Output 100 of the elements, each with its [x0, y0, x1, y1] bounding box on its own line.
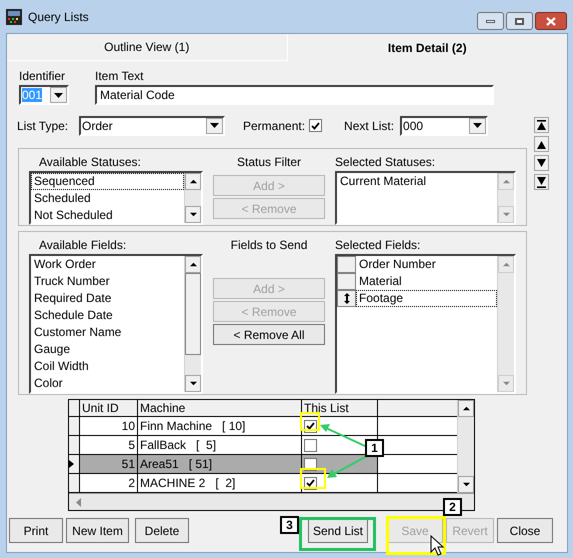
list-box[interactable]: Order Number Material Footage — [335, 254, 516, 394]
row-selector[interactable] — [69, 417, 80, 435]
list-item[interactable]: Schedule Date — [31, 307, 184, 324]
callout-number: 3 — [280, 516, 299, 534]
list-item[interactable]: Material — [356, 273, 497, 290]
tab[interactable]: Outline View (1) — [7, 34, 288, 61]
callout-number: 1 — [365, 439, 384, 457]
nav-button[interactable] — [534, 174, 549, 190]
table-cell: Area51 [ 51] — [138, 455, 302, 473]
list-item[interactable]: Customer Name — [31, 324, 184, 341]
maximize-icon — [515, 18, 524, 24]
dropdown[interactable]: Order — [79, 116, 225, 136]
nav-button[interactable] — [534, 117, 549, 133]
list-box[interactable]: Work Order Truck Number Required Date Schedule Date Customer Name Gauge Coil Width Color — [29, 254, 204, 394]
down-arrow-icon — [536, 158, 547, 168]
table-cell: MACHINE 2 [ 2] — [138, 474, 302, 492]
table-cell: Finn Machine [ 10] — [138, 417, 302, 435]
row-handle[interactable] — [337, 273, 356, 290]
dropdown[interactable]: 000 — [400, 116, 488, 136]
highlight-frame — [386, 516, 446, 555]
resize-icon — [344, 293, 350, 304]
pointer-arrow — [320, 424, 366, 447]
down-arrow-icon — [462, 481, 470, 488]
table-cell: 2 — [80, 474, 138, 492]
list-label: Available Fields: — [38, 237, 128, 254]
text-field[interactable]: Material Code — [95, 85, 494, 105]
scrollbar[interactable] — [184, 256, 202, 392]
nav-button[interactable] — [534, 155, 549, 171]
list-item[interactable]: Required Date — [31, 290, 184, 307]
form-button[interactable]: Send List — [308, 518, 368, 543]
field-label: Identifier — [19, 68, 66, 85]
field-label: Item Text — [95, 68, 144, 85]
list-label: Selected Statuses: — [335, 154, 436, 171]
list-item[interactable]: Work Order — [31, 256, 184, 273]
row-handle[interactable] — [337, 290, 356, 307]
callout-number: 2 — [443, 498, 462, 516]
form-button[interactable]: New Item — [66, 518, 129, 543]
maximize-button[interactable] — [506, 12, 533, 30]
table-cell: FallBack [ 5] — [138, 436, 302, 454]
form-button[interactable]: Delete — [135, 518, 189, 543]
list-item[interactable]: Color — [31, 375, 184, 392]
form-button[interactable]: < Remove All — [213, 324, 326, 345]
scrollbar[interactable] — [69, 493, 474, 510]
up-arrow-icon — [188, 261, 198, 268]
scrollbar[interactable] — [497, 173, 514, 223]
table-cell: 51 — [80, 455, 138, 473]
left-arrow-icon — [75, 498, 82, 506]
up-arrow-icon — [536, 138, 547, 150]
list-item[interactable]: Gauge — [31, 341, 184, 358]
checkbox[interactable] — [304, 438, 317, 452]
highlight-frame — [300, 468, 326, 489]
pointer-arrow — [327, 455, 368, 478]
row-selector[interactable] — [69, 436, 80, 454]
group-title: Status Filter — [237, 154, 302, 171]
list-item[interactable]: Current Material — [337, 173, 497, 190]
column-header[interactable]: Unit ID — [80, 400, 138, 416]
app-icon — [6, 9, 22, 25]
up-arrow-icon — [502, 261, 510, 268]
list-item[interactable]: Coil Width — [31, 358, 184, 375]
minimize-button[interactable] — [477, 12, 504, 30]
end-down-arrow-icon — [536, 176, 547, 188]
group-title: Fields to Send — [230, 237, 308, 254]
row-handle[interactable] — [337, 256, 356, 273]
form-button[interactable]: Close — [497, 518, 553, 543]
field-label: Permanent: — [243, 118, 306, 134]
down-arrow-icon — [188, 211, 198, 218]
row-selector[interactable] — [69, 455, 80, 473]
column-header[interactable]: This List — [302, 400, 378, 416]
list-item[interactable]: Truck Number — [31, 273, 184, 290]
check-icon — [306, 422, 315, 430]
list-item[interactable]: Scheduled — [31, 190, 184, 207]
list-item[interactable]: Sequenced — [31, 173, 184, 190]
nav-button[interactable] — [534, 136, 549, 152]
up-arrow-icon — [462, 405, 470, 412]
table-cell: 5 — [80, 436, 138, 454]
down-arrow-icon — [188, 380, 198, 387]
up-arrow-icon — [502, 178, 510, 185]
down-arrow-icon — [502, 211, 510, 218]
caret-icon — [54, 92, 63, 98]
checkbox[interactable] — [309, 119, 322, 132]
list-box[interactable]: Current Material — [335, 171, 516, 225]
cursor-icon — [430, 534, 444, 556]
list-item[interactable]: Not Scheduled — [31, 207, 184, 223]
window-title: Query Lists — [28, 9, 90, 26]
up-arrow-icon — [188, 178, 198, 185]
list-item[interactable]: Order Number — [356, 256, 497, 273]
column-header[interactable]: Machine — [138, 400, 302, 416]
form-button[interactable]: Print — [9, 518, 63, 543]
check-icon — [306, 479, 315, 487]
close-icon — [546, 16, 556, 26]
scrollbar[interactable] — [497, 256, 514, 392]
scrollbar[interactable] — [184, 173, 202, 223]
check-icon — [311, 122, 320, 130]
row-selector[interactable] — [69, 474, 80, 492]
scrollbar[interactable] — [457, 400, 474, 493]
close-button[interactable] — [535, 12, 567, 30]
table-cell: 10 — [80, 417, 138, 435]
caret-icon — [473, 123, 482, 128]
list-box[interactable]: Sequenced Scheduled Not Scheduled — [29, 171, 204, 225]
field-label: List Type: — [17, 118, 70, 134]
